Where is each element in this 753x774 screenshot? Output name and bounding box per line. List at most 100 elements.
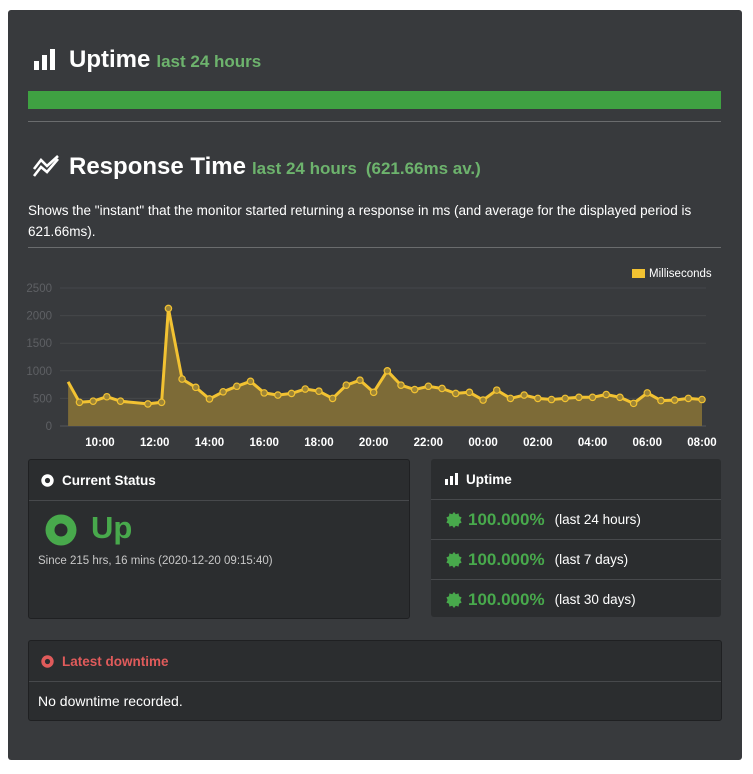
data-point [588, 393, 597, 402]
x-tick-label: 00:00 [468, 437, 497, 449]
data-point [684, 394, 693, 403]
data-point [89, 397, 97, 405]
data-point [451, 389, 460, 398]
current-status-title: Current Status [62, 472, 156, 488]
x-tick-label: 14:00 [195, 437, 224, 449]
legend-label: Milliseconds [649, 268, 712, 280]
response-time-average: (621.66ms av.) [365, 159, 481, 178]
dot-circle-icon [41, 654, 54, 668]
data-point [157, 398, 166, 407]
y-tick-label: 2000 [26, 311, 52, 323]
data-point [629, 399, 638, 408]
data-point [465, 388, 474, 397]
uptime-card: Uptime 100.000% (last 24 hours) 100.000%… [431, 459, 721, 617]
data-point [602, 390, 611, 399]
x-tick-label: 08:00 [687, 437, 716, 449]
uptime-card-title: Uptime [466, 471, 512, 487]
data-point [315, 387, 323, 396]
uptime-period: (last 7 days) [554, 552, 629, 567]
data-point [492, 386, 501, 394]
data-point [75, 398, 84, 407]
data-point [534, 394, 542, 403]
data-point [301, 385, 310, 393]
dot-circle-icon [41, 473, 54, 487]
data-point [287, 389, 296, 398]
bar-chart-icon [445, 473, 458, 485]
divider [28, 121, 721, 122]
data-point [547, 395, 556, 404]
data-point [424, 382, 433, 391]
x-tick-label: 16:00 [249, 437, 278, 449]
monitor-panel: Uptime last 24 hours Response Time last … [8, 10, 742, 760]
data-point [670, 396, 679, 404]
x-tick-label: 04:00 [578, 437, 607, 449]
y-tick-label: 2500 [26, 283, 52, 295]
latest-downtime-header: Latest downtime [29, 641, 721, 682]
uptime-row: 100.000% (last 7 days) [431, 539, 721, 579]
latest-downtime-title: Latest downtime [62, 653, 169, 669]
response-time-title: Response Time [69, 153, 246, 180]
data-point [397, 381, 405, 389]
uptime-title: Uptime [69, 46, 151, 73]
current-status-card: Current Status Up Since 215 hrs, 16 mins… [28, 459, 410, 619]
legend-swatch [632, 269, 645, 278]
data-point [520, 391, 528, 399]
x-tick-label: 12:00 [140, 437, 169, 449]
data-point [438, 384, 446, 393]
data-point [616, 393, 624, 402]
uptime-percent: 100.000% [468, 589, 545, 609]
response-time-period: last 24 hours [251, 159, 357, 178]
uptime-period: (last 30 days) [554, 592, 636, 607]
x-tick-label: 06:00 [633, 437, 662, 449]
no-downtime-message: No downtime recorded. [38, 693, 183, 709]
latest-downtime-card: Latest downtime No downtime recorded. [28, 640, 722, 721]
x-tick-label: 20:00 [359, 437, 388, 449]
data-point [506, 394, 515, 403]
data-point [233, 382, 241, 391]
data-point [356, 376, 364, 384]
uptime-row: 100.000% (last 30 days) [431, 579, 721, 619]
response-time-chart: 0 500 1000 1500 2000 2500 10:00 12:00 14:00 16:0… [26, 268, 716, 449]
data-point [178, 375, 186, 383]
uptime-percent: 100.000% [468, 509, 545, 529]
uptime-percent: 100.000% [468, 549, 545, 569]
badge-check-icon [446, 591, 462, 608]
data-point [260, 389, 268, 397]
uptime-period: last 24 hours [156, 52, 262, 71]
badge-check-icon [446, 511, 462, 528]
data-point [219, 387, 227, 396]
data-point [657, 396, 665, 405]
response-time-description: Shows the "instant" that the monitor sta… [28, 203, 692, 239]
data-point [698, 395, 706, 404]
x-tick-label: 22:00 [414, 437, 443, 449]
divider [28, 247, 721, 248]
line-chart-icon [32, 155, 59, 177]
data-point [328, 394, 337, 403]
x-tick-label: 18:00 [304, 437, 333, 449]
data-point [164, 304, 173, 313]
y-tick-label: 1000 [26, 366, 52, 378]
data-point [191, 383, 200, 392]
y-tick-label: 1500 [26, 338, 52, 350]
status-up-icon [45, 514, 77, 546]
uptime-heading: Uptime last 24 hours [69, 46, 261, 74]
status-text: Up [91, 510, 133, 545]
current-status-header: Current Status [29, 460, 409, 501]
data-point [103, 392, 111, 401]
badge-check-icon [446, 551, 462, 568]
uptime-bar [28, 91, 721, 109]
y-tick-label: 0 [46, 421, 52, 433]
response-time-heading: Response Time last 24 hours (621.66ms av… [69, 153, 481, 181]
data-point [410, 385, 419, 394]
data-point [144, 400, 152, 408]
data-point [383, 367, 392, 375]
y-tick-label: 500 [33, 393, 52, 405]
data-point [342, 381, 351, 389]
data-point [274, 391, 282, 399]
data-point [561, 394, 569, 403]
data-point [116, 397, 125, 405]
data-point [369, 388, 378, 397]
data-point [205, 395, 214, 403]
bar-chart-icon [34, 49, 55, 70]
x-tick-label: 10:00 [85, 437, 114, 449]
